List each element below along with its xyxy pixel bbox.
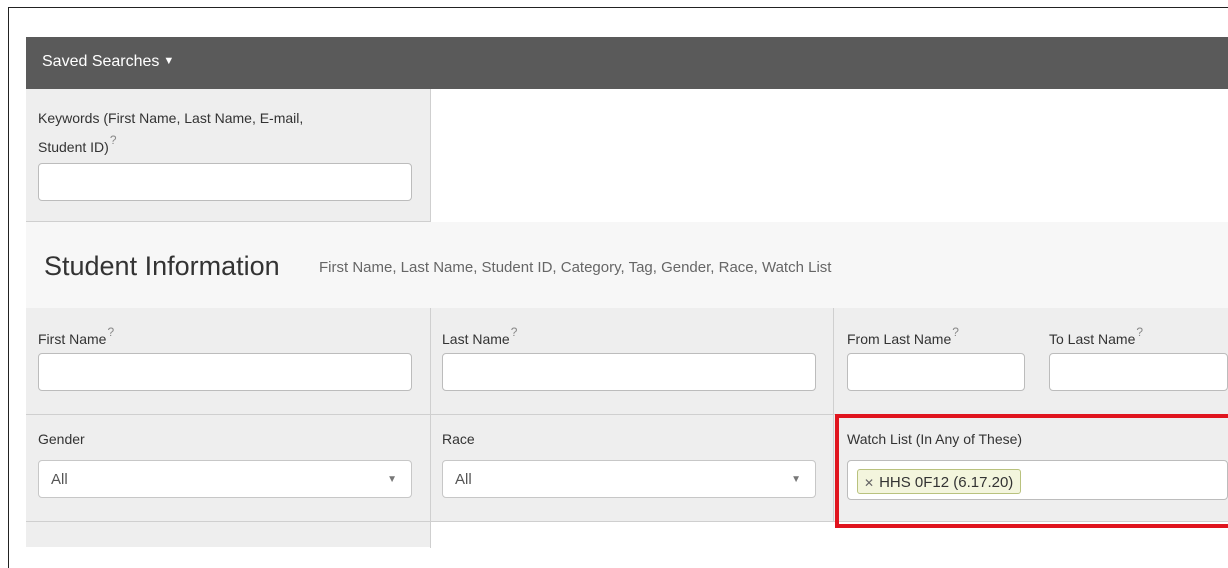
from-last-name-label: From Last Name? (847, 325, 959, 347)
help-icon[interactable]: ? (1136, 325, 1143, 339)
dropdown-arrow-icon: ▼ (791, 474, 801, 485)
from-last-name-input[interactable] (847, 353, 1025, 391)
race-label: Race (442, 431, 475, 447)
keywords-input[interactable] (38, 163, 412, 201)
column-divider (833, 308, 834, 522)
help-icon[interactable]: ? (107, 325, 114, 339)
keywords-label-line2: Student ID) (38, 139, 109, 155)
first-name-label-text: First Name (38, 331, 107, 347)
to-last-name-input[interactable] (1049, 353, 1228, 391)
saved-searches-label: Saved Searches (42, 53, 160, 70)
saved-searches-bar: Saved Searches ▼ (26, 37, 1228, 89)
keywords-label-line1: Keywords (First Name, Last Name, E-mail, (38, 110, 304, 126)
gender-selected-value: All (51, 471, 68, 488)
section-subtitle: First Name, Last Name, Student ID, Categ… (319, 259, 832, 276)
last-name-label-text: Last Name (442, 331, 510, 347)
section-title: Student Information (44, 251, 280, 281)
last-name-label: Last Name? (442, 325, 517, 347)
caret-down-icon: ▼ (163, 55, 175, 67)
first-name-label: First Name? (38, 325, 114, 347)
dropdown-arrow-icon: ▼ (387, 474, 397, 485)
first-name-input[interactable] (38, 353, 412, 391)
highlight-box (835, 414, 1228, 528)
from-last-name-label-text: From Last Name (847, 331, 952, 347)
to-last-name-label: To Last Name? (1049, 325, 1143, 347)
column-divider (430, 308, 431, 548)
help-icon[interactable]: ? (511, 325, 518, 339)
race-selected-value: All (455, 471, 472, 488)
email-row (26, 522, 431, 547)
race-select[interactable]: All ▼ (442, 460, 816, 498)
help-icon[interactable]: ? (952, 325, 959, 339)
help-icon[interactable]: ? (110, 133, 117, 147)
last-name-input[interactable] (442, 353, 816, 391)
keywords-label: Keywords (First Name, Last Name, E-mail,… (38, 107, 303, 158)
to-last-name-label-text: To Last Name (1049, 331, 1136, 347)
gender-label: Gender (38, 431, 85, 447)
gender-select[interactable]: All ▼ (38, 460, 412, 498)
saved-searches-dropdown[interactable]: Saved Searches ▼ (42, 53, 174, 71)
